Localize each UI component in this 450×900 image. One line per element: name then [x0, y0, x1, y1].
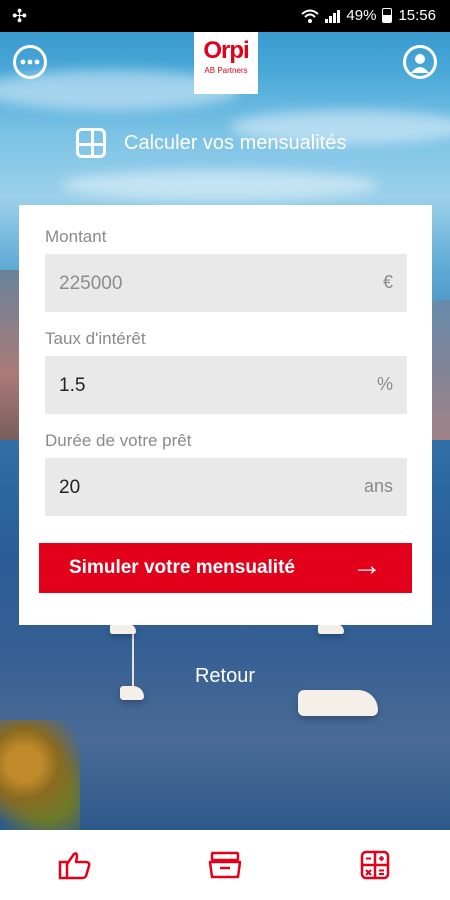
page-title: Calculer vos mensualités: [124, 131, 347, 154]
duration-input[interactable]: [57, 458, 361, 518]
profile-button[interactable]: [403, 45, 437, 79]
tab-folder[interactable]: [185, 830, 265, 900]
status-indicators: 49% 15:56: [301, 7, 436, 24]
battery-percent: 49%: [346, 7, 377, 24]
more-options-button[interactable]: [13, 45, 47, 79]
status-bar: ✣ 49% 15:56: [0, 0, 450, 32]
logo-brand: Orpi: [203, 37, 249, 64]
orpi-logo: Orpi AB Partners: [194, 32, 258, 94]
duration-unit: ans: [363, 476, 393, 496]
page-header: Calculer vos mensualités: [76, 128, 346, 158]
tab-calculator[interactable]: [335, 830, 415, 900]
clock: 15:56: [398, 7, 436, 24]
rate-label: Taux d'intérêt: [45, 329, 146, 348]
rate-field[interactable]: %: [45, 356, 407, 416]
sailboat: [120, 686, 144, 700]
thumbs-up-icon: [58, 852, 91, 880]
yacht: [298, 690, 378, 716]
user-icon: [411, 54, 429, 73]
duration-label: Durée de votre prêt: [45, 431, 192, 450]
rate-unit: %: [376, 374, 393, 394]
boat: [110, 624, 136, 634]
calculator-icon: [360, 850, 390, 880]
signal-icon: [325, 9, 341, 23]
more-icon: [20, 59, 40, 65]
arrow-right-icon: →: [352, 549, 382, 582]
duration-field[interactable]: ans: [45, 458, 407, 518]
boat: [318, 624, 344, 634]
battery-icon: [382, 8, 393, 23]
amount-input[interactable]: [57, 254, 361, 314]
background-cloud: [60, 170, 380, 200]
amount-field[interactable]: €: [45, 254, 407, 314]
simulate-button-label: Simuler votre mensualité: [69, 557, 295, 578]
simulate-button[interactable]: Simuler votre mensualité →: [39, 543, 412, 593]
app-screen: ✣ 49% 15:56 Orpi AB Partners Calculer vo…: [0, 0, 450, 900]
amount-label: Montant: [45, 227, 107, 246]
tab-recommend[interactable]: [35, 830, 115, 900]
rate-input[interactable]: [57, 356, 361, 416]
notification-icon: ✣: [12, 6, 28, 26]
amount-unit: €: [382, 272, 393, 292]
logo-subtitle: AB Partners: [204, 66, 248, 75]
wifi-icon: [301, 9, 320, 23]
calculator-icon: [76, 128, 106, 158]
background-trees: [0, 720, 80, 830]
bottom-nav: [0, 830, 450, 900]
folder-icon: [208, 851, 242, 879]
back-link[interactable]: Retour: [0, 665, 450, 688]
loan-simulator-card: Montant € Taux d'intérêt % Durée de votr…: [19, 205, 432, 625]
